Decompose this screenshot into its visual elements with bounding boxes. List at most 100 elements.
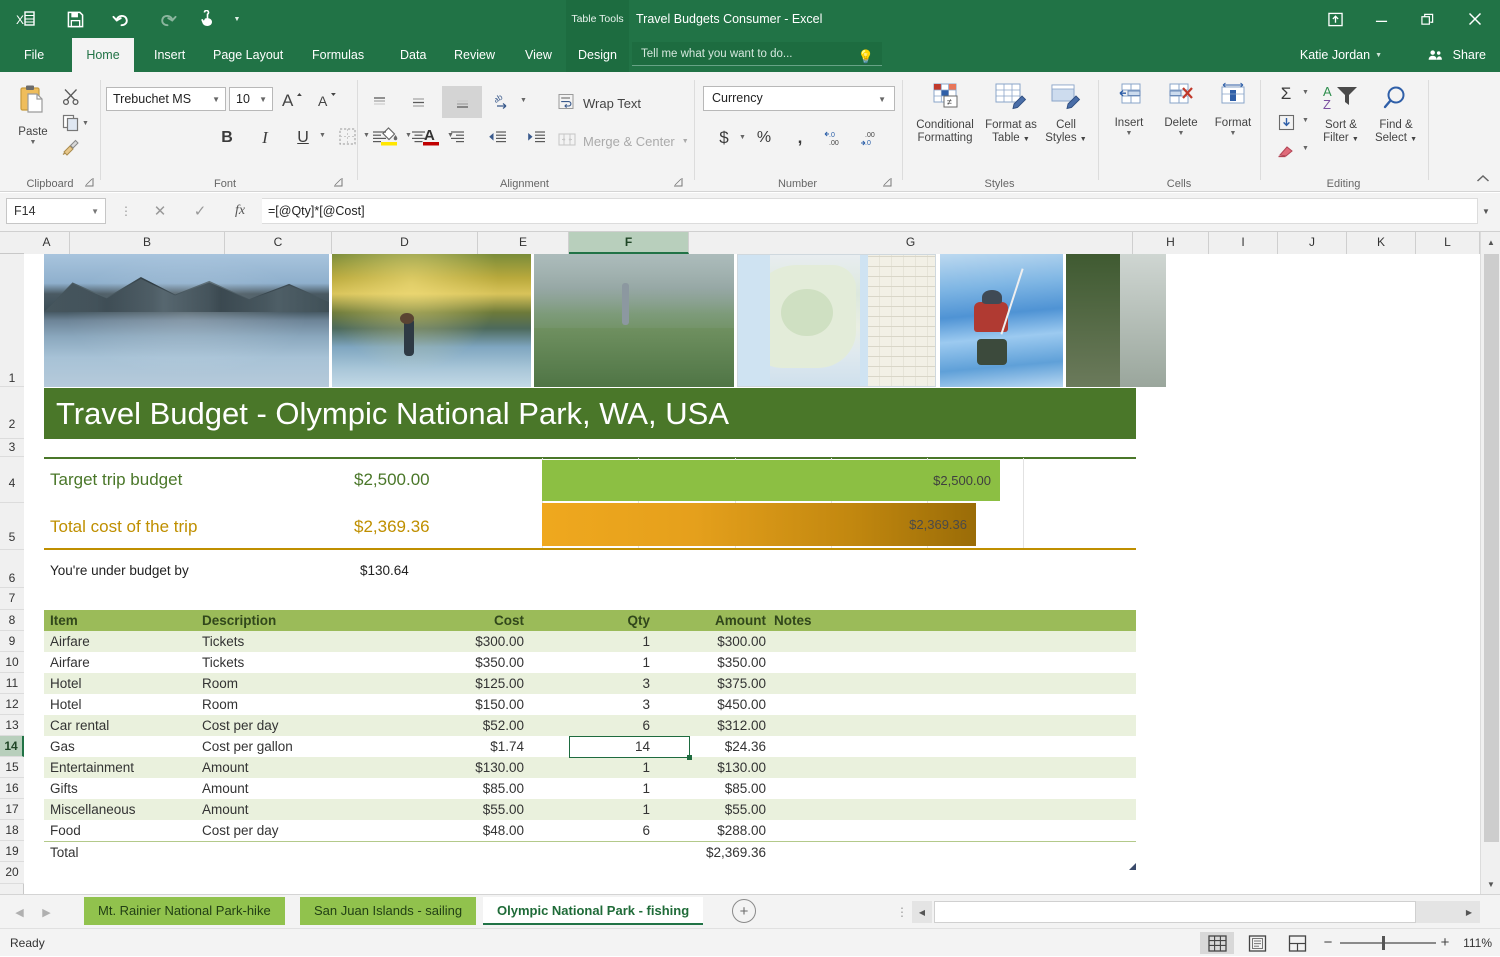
italic-button[interactable]: I [251,124,279,152]
tab-formulas[interactable]: Formulas [298,38,378,72]
tell-me-search[interactable]: Tell me what you want to do... 💡 [632,42,882,66]
decrease-indent-button[interactable] [482,124,512,150]
enter-formula-icon[interactable]: ✓ [180,198,220,224]
zoom-in-button[interactable]: + [1437,929,1453,957]
align-right-button[interactable] [442,124,472,150]
table-total-row[interactable]: Total $2,369.36 [44,841,1136,863]
sheet-title[interactable]: Travel Budget - Olympic National Park, W… [44,388,1136,439]
column-header-f[interactable]: F [569,232,689,254]
tab-review[interactable]: Review [440,38,509,72]
table-row[interactable]: Airfare Tickets $300.00 1 $300.00 [44,631,1136,652]
number-format-select[interactable]: Currency ▼ [703,86,895,111]
budget-bar-chart[interactable]: $2,500.00 $2,369.36 [542,458,1024,548]
vertical-scroll-thumb[interactable] [1484,254,1499,842]
formula-input[interactable]: =[@Qty]*[@Cost] [262,198,1478,224]
scroll-down-icon[interactable]: ▼ [1481,874,1500,894]
comma-style-button[interactable]: , [787,124,813,152]
chevron-down-icon[interactable]: ▼ [319,132,326,139]
sheet-canvas[interactable]: Travel Budget - Olympic National Park, W… [24,254,1480,894]
orientation-button[interactable]: ab [491,88,517,114]
selected-cell-f14[interactable] [569,736,690,758]
chevron-down-icon[interactable]: ▼ [1230,130,1237,138]
row-header-2[interactable]: 2 [0,387,24,439]
scroll-up-icon[interactable]: ▲ [1481,232,1500,252]
font-dialog-launcher[interactable] [334,178,345,189]
row-header-14[interactable]: 14 [0,736,24,757]
previous-sheet-icon[interactable]: ◀ [6,901,33,923]
share-button[interactable]: Share [1428,42,1486,68]
insert-function-icon[interactable]: fx [220,198,260,224]
table-resize-handle[interactable] [1129,863,1136,870]
format-cells-button[interactable]: Format ▼ [1207,82,1259,138]
format-painter-button[interactable] [62,138,80,160]
table-row[interactable]: Airfare Tickets $350.00 1 $350.00 [44,652,1136,673]
accounting-format-button[interactable]: $ [711,124,737,152]
find-select-button[interactable]: Find & Select ▼ [1369,84,1423,145]
next-sheet-icon[interactable]: ▶ [33,901,60,923]
sheet-nav-arrows[interactable]: ◀ ▶ [6,901,60,923]
table-row[interactable]: Entertainment Amount $130.00 1 $130.00 [44,757,1136,778]
column-header-i[interactable]: I [1209,232,1278,254]
clear-button[interactable] [1273,138,1299,162]
table-row[interactable]: Gifts Amount $85.00 1 $85.00 [44,778,1136,799]
font-name-input[interactable]: Trebuchet MS ▼ [106,87,226,111]
clipboard-dialog-launcher[interactable] [85,178,96,189]
decrease-decimal-button[interactable]: .00.0 [857,124,887,152]
scroll-left-icon[interactable]: ◀ [912,901,932,923]
row-header-15[interactable]: 15 [0,757,24,778]
paste-button[interactable]: Paste ▼ [6,84,60,147]
tab-data[interactable]: Data [386,38,440,72]
merge-center-button[interactable]: Merge & Center ▼ [558,132,689,152]
tab-file[interactable]: File [10,38,58,72]
chevron-down-icon[interactable]: ▼ [212,88,220,112]
restore-icon[interactable] [1404,0,1450,38]
increase-font-size-button[interactable]: A [278,86,306,112]
table-row[interactable]: Car rental Cost per day $52.00 6 $312.00 [44,715,1136,736]
ribbon-display-options-icon[interactable] [1312,0,1358,38]
align-left-button[interactable] [364,124,394,150]
wrap-text-button[interactable]: Wrap Text [558,93,641,115]
row-header-18[interactable]: 18 [0,820,24,841]
cut-button[interactable] [62,88,80,110]
row-header-20[interactable]: 20 [0,862,24,884]
row-header-10[interactable]: 10 [0,652,24,673]
expand-formula-bar-icon[interactable]: ▼ [1476,198,1496,224]
row-header-11[interactable]: 11 [0,673,24,694]
page-break-preview-icon[interactable] [1280,932,1314,954]
format-as-table-button[interactable]: Format as Table ▼ [983,82,1039,145]
column-header-e[interactable]: E [478,232,569,254]
zoom-slider-thumb[interactable] [1382,936,1385,950]
delete-cells-button[interactable]: Delete ▼ [1155,82,1207,138]
minimize-icon[interactable] [1358,0,1404,38]
chevron-down-icon[interactable]: ▼ [739,134,746,141]
horizontal-scrollbar[interactable] [934,901,1480,923]
table-header-row[interactable]: Item Description Cost Qty Amount Notes [44,610,1136,631]
chevron-down-icon[interactable]: ▼ [878,87,886,112]
autosum-button[interactable]: Σ [1273,82,1299,106]
decrease-font-size-button[interactable]: A [313,86,341,112]
row-header-17[interactable]: 17 [0,799,24,820]
chevron-down-icon[interactable]: ▼ [91,199,99,225]
row-header-13[interactable]: 13 [0,715,24,736]
tab-split-handle[interactable]: ⋮ [896,905,908,919]
table-row[interactable]: Hotel Room $150.00 3 $450.00 [44,694,1136,715]
row-header-19[interactable]: 19 [0,841,24,862]
vertical-scrollbar[interactable]: ▲ ▼ [1480,232,1500,894]
chevron-down-icon[interactable]: ▼ [259,88,267,112]
tab-view[interactable]: View [511,38,566,72]
name-box[interactable]: F14 ▼ [6,198,106,224]
chevron-down-icon[interactable]: ▼ [520,97,527,104]
percent-style-button[interactable]: % [751,124,777,152]
row-header-9[interactable]: 9 [0,631,24,652]
column-header-k[interactable]: K [1347,232,1416,254]
alignment-dialog-launcher[interactable] [674,178,685,189]
chevron-down-icon[interactable]: ▼ [1302,89,1309,96]
add-sheet-button[interactable]: + [732,899,756,923]
conditional-formatting-button[interactable]: ≠ Conditional Formatting [909,82,981,145]
scroll-right-icon[interactable]: ▶ [1458,901,1480,923]
row-header-8[interactable]: 8 [0,610,24,631]
column-header-a[interactable]: A [24,232,70,254]
chevron-down-icon[interactable]: ▼ [1126,130,1133,138]
row-header-12[interactable]: 12 [0,694,24,715]
chevron-down-icon[interactable]: ▼ [30,139,37,147]
